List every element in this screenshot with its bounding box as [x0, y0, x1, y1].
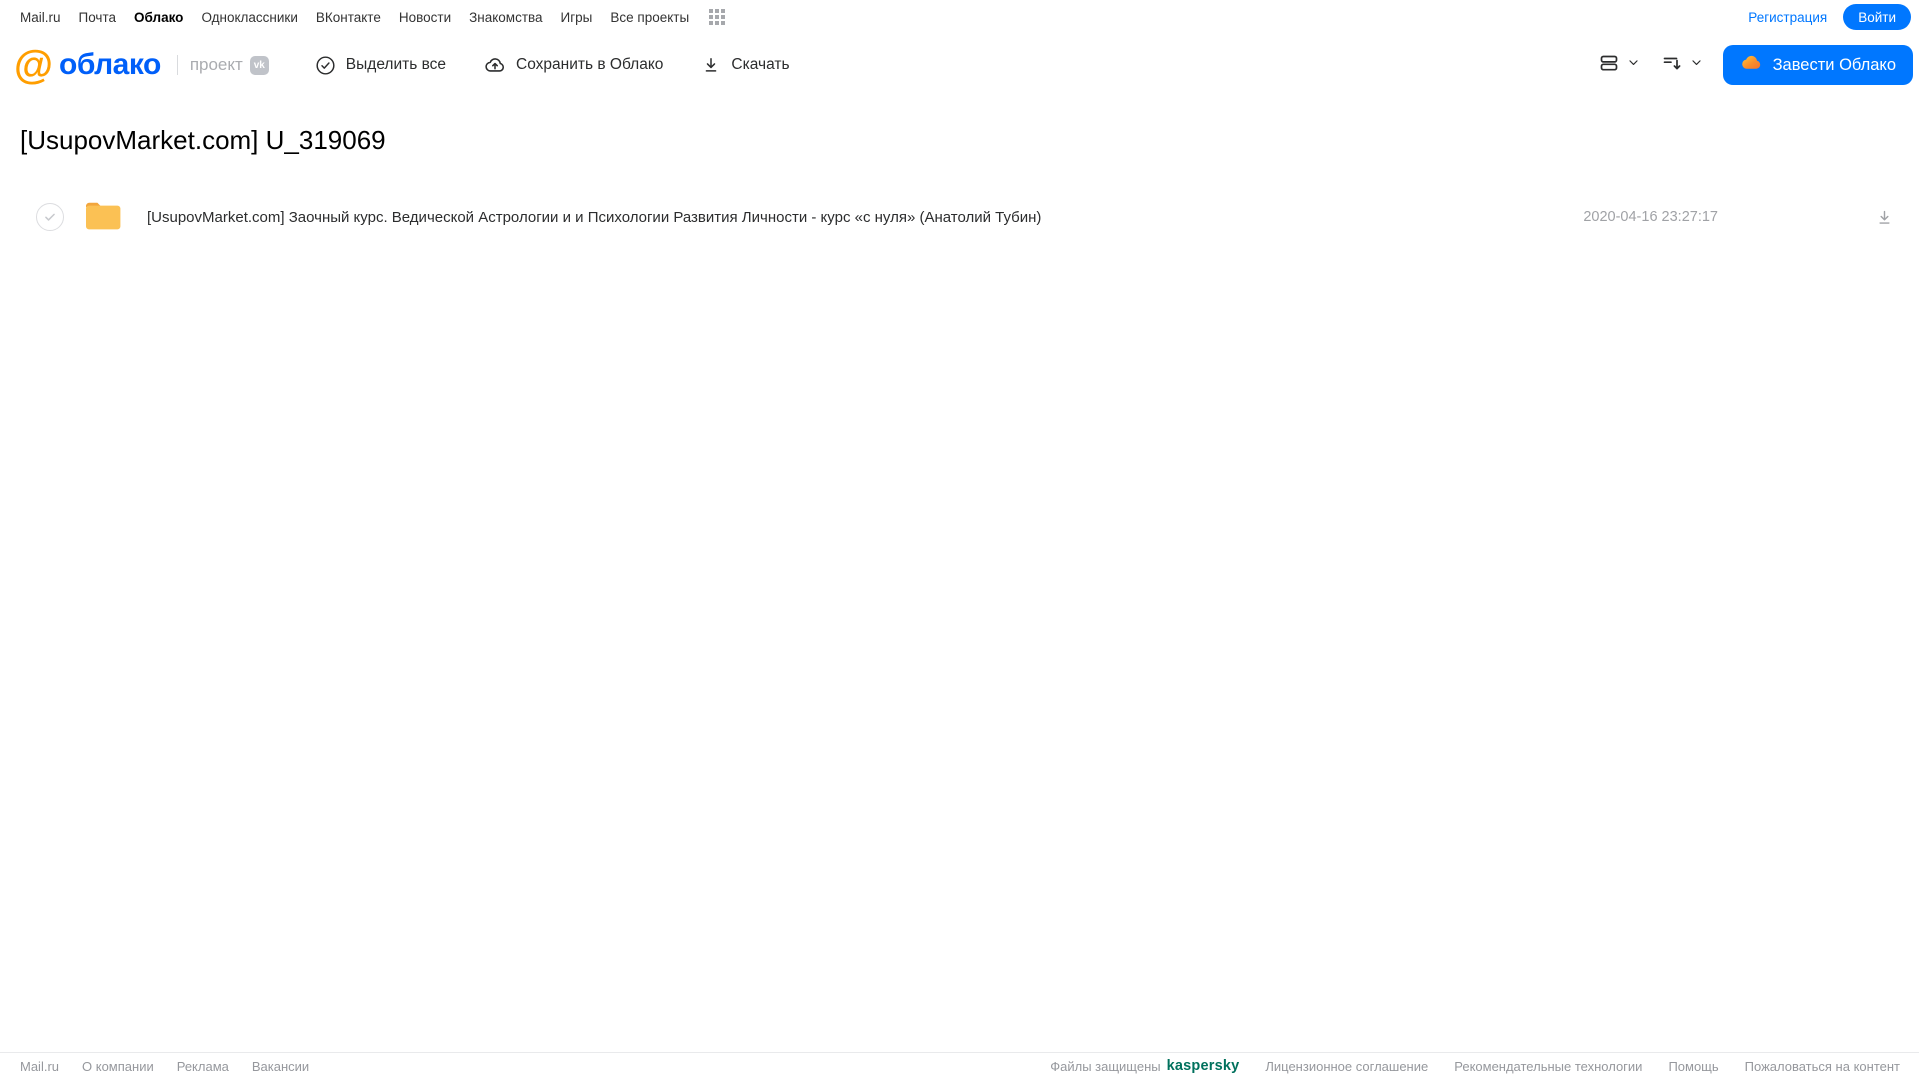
- cloud-logo[interactable]: @ облако проект vk: [14, 45, 269, 85]
- get-cloud-button[interactable]: Завести Облако: [1722, 45, 1913, 85]
- portal-links: Mail.ru Почта Облако Одноклассники ВКонт…: [20, 9, 726, 25]
- auth-area: Регистрация Войти: [1748, 4, 1911, 30]
- folder-icon: [83, 198, 123, 237]
- topnav-link-vse-proekty[interactable]: Все проекты: [610, 10, 689, 25]
- footer-link-ads[interactable]: Реклама: [177, 1059, 229, 1074]
- download-icon: [701, 55, 721, 75]
- download-button[interactable]: Скачать: [701, 55, 790, 75]
- sort-button[interactable]: [1660, 51, 1703, 80]
- download-label: Скачать: [731, 56, 790, 73]
- registration-link[interactable]: Регистрация: [1748, 10, 1827, 25]
- rows-view-icon: [1597, 51, 1621, 80]
- mailru-at-icon: @: [14, 43, 54, 87]
- save-to-cloud-label: Сохранить в Облако: [516, 56, 664, 73]
- footer-link-jobs[interactable]: Вакансии: [252, 1059, 309, 1074]
- protected-label: Файлы защищены: [1050, 1058, 1161, 1074]
- main-content: [UsupovMarket.com] U_319069 [UsupovMarke…: [0, 125, 1919, 239]
- footer-link-report[interactable]: Пожаловаться на контент: [1745, 1059, 1900, 1074]
- save-to-cloud-button[interactable]: Сохранить в Облако: [484, 54, 663, 76]
- cloud-icon: [1740, 51, 1763, 79]
- row-download-icon[interactable]: [1875, 208, 1894, 227]
- chevron-down-icon: [1627, 56, 1640, 74]
- topnav-link-vkontakte[interactable]: ВКонтакте: [316, 10, 381, 25]
- footer-link-license[interactable]: Лицензионное соглашение: [1265, 1059, 1428, 1074]
- project-vk-label: проект: [189, 55, 243, 74]
- select-all-button[interactable]: Выделить все: [315, 55, 446, 76]
- file-name-link[interactable]: [UsupovMarket.com] Заочный курс. Ведичес…: [147, 209, 1041, 226]
- topnav-link-oblako[interactable]: Облако: [134, 10, 183, 25]
- row-checkbox[interactable]: [36, 203, 64, 231]
- vk-logo-icon: vk: [249, 55, 269, 75]
- check-circle-icon: [315, 55, 336, 76]
- sort-icon: [1660, 51, 1684, 80]
- cloud-header: @ облако проект vk Выделить все Сохранит…: [0, 34, 1919, 96]
- topnav-link-mailru[interactable]: Mail.ru: [20, 10, 61, 25]
- logo-divider: [176, 55, 178, 75]
- topnav-link-pochta[interactable]: Почта: [79, 10, 117, 25]
- login-button[interactable]: Войти: [1843, 4, 1911, 30]
- cloud-logo-text: облако: [59, 48, 161, 81]
- apps-grid-icon[interactable]: [709, 9, 726, 25]
- file-list: [UsupovMarket.com] Заочный курс. Ведичес…: [0, 195, 1919, 239]
- portal-nav: Mail.ru Почта Облако Одноклассники ВКонт…: [0, 0, 1919, 34]
- topnav-link-znakomstva[interactable]: Знакомства: [469, 10, 542, 25]
- cloud-upload-icon: [484, 54, 506, 76]
- view-switcher-button[interactable]: [1597, 51, 1640, 80]
- file-row[interactable]: [UsupovMarket.com] Заочный курс. Ведичес…: [0, 195, 1919, 239]
- footer-link-recommendations[interactable]: Рекомендательные технологии: [1454, 1059, 1642, 1074]
- footer: Mail.ru О компании Реклама Вакансии Файл…: [0, 1052, 1919, 1079]
- footer-link-about[interactable]: О компании: [82, 1059, 154, 1074]
- select-all-label: Выделить все: [345, 56, 447, 73]
- footer-link-help[interactable]: Помощь: [1668, 1059, 1718, 1074]
- topnav-link-igry[interactable]: Игры: [561, 10, 593, 25]
- file-date: 2020-04-16 23:27:17: [1583, 209, 1718, 225]
- page-title: [UsupovMarket.com] U_319069: [20, 125, 386, 155]
- header-controls: Завести Облако: [1597, 45, 1913, 85]
- kaspersky-logo[interactable]: kaspersky: [1167, 1058, 1240, 1074]
- footer-link-mailru[interactable]: Mail.ru: [20, 1059, 59, 1074]
- topnav-link-novosti[interactable]: Новости: [399, 10, 451, 25]
- footer-left-links: Mail.ru О компании Реклама Вакансии: [20, 1059, 309, 1074]
- footer-right-links: Файлы защищены kaspersky Лицензионное со…: [1050, 1058, 1900, 1074]
- topnav-link-odnoklassniki[interactable]: Одноклассники: [201, 10, 297, 25]
- chevron-down-icon: [1690, 56, 1703, 74]
- kaspersky-protection: Файлы защищены kaspersky: [1050, 1058, 1239, 1074]
- get-cloud-label: Завести Облако: [1772, 55, 1896, 74]
- file-toolbar: Выделить все Сохранить в Облако Скачать: [315, 54, 790, 76]
- check-icon: [45, 213, 55, 221]
